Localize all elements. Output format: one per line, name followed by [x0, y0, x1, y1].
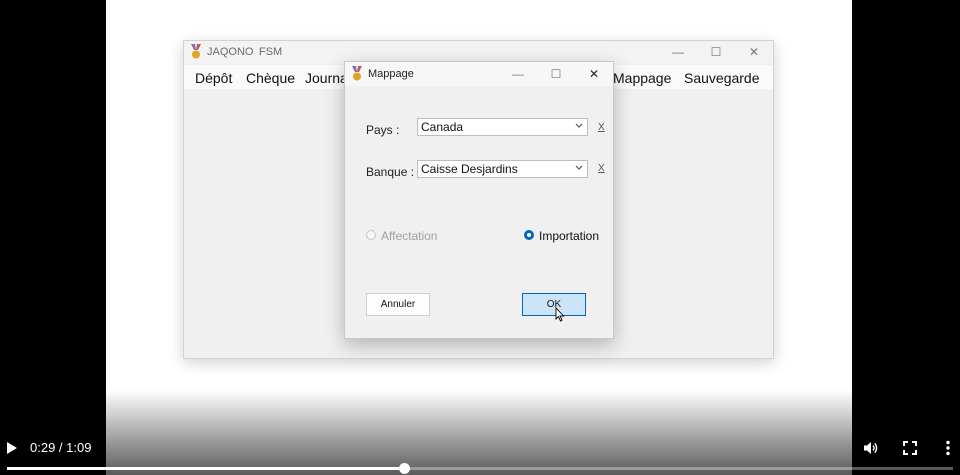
ok-button[interactable]: OK: [522, 293, 586, 316]
radio-affectation-label: Affectation: [381, 229, 438, 243]
play-icon[interactable]: [6, 441, 18, 455]
clear-pays-button[interactable]: X: [598, 122, 605, 133]
cursor-icon: [555, 307, 565, 322]
cancel-button[interactable]: Annuler: [366, 293, 430, 316]
banque-select[interactable]: Caisse Desjardins: [417, 160, 588, 178]
banque-value: Caisse Desjardins: [421, 162, 518, 176]
pays-value: Canada: [421, 120, 464, 134]
maximize-button[interactable]: ☐: [697, 41, 735, 63]
menu-item-depot[interactable]: Dépôt: [195, 70, 232, 86]
progress-thumb[interactable]: [398, 463, 410, 474]
app-title: JAQONO: [207, 46, 254, 58]
dialog-titlebar: Mappage — ☐ ✕: [345, 62, 613, 86]
progress-bar[interactable]: [7, 463, 953, 474]
progress-fill: [7, 467, 405, 470]
volume-icon[interactable]: [863, 440, 879, 456]
chevron-down-icon: [575, 165, 583, 170]
dialog-close-button[interactable]: ✕: [575, 62, 613, 86]
banque-label: Banque :: [366, 165, 415, 179]
menu-item-mappage[interactable]: Mappage: [613, 70, 671, 86]
time-display: 0:29 / 1:09: [30, 440, 92, 455]
clear-banque-button[interactable]: X: [598, 163, 605, 174]
radio-checked-icon: [524, 230, 534, 240]
fullscreen-icon[interactable]: [903, 441, 917, 455]
radio-unchecked-icon: [366, 230, 376, 240]
medal-icon: [191, 44, 201, 59]
pays-select[interactable]: Canada: [417, 118, 588, 136]
controls-overlay: [0, 390, 960, 475]
pays-label: Pays :: [366, 123, 400, 137]
more-vert-icon[interactable]: [944, 440, 952, 456]
app-subtitle: FSM: [259, 46, 283, 58]
menu-item-cheque[interactable]: Chèque: [246, 70, 295, 86]
minimize-button[interactable]: —: [659, 41, 697, 63]
chevron-down-icon: [575, 123, 583, 128]
dialog-minimize-button[interactable]: —: [499, 62, 537, 86]
medal-icon: [352, 66, 362, 81]
dialog-maximize-button[interactable]: ☐: [537, 62, 575, 86]
mappage-dialog: Mappage — ☐ ✕ Pays : Canada X Banque : C…: [344, 61, 614, 339]
close-button[interactable]: ✕: [735, 41, 773, 63]
menu-item-journal[interactable]: Journa: [305, 70, 348, 86]
radio-importation-label: Importation: [539, 229, 600, 243]
dialog-title: Mappage: [368, 68, 414, 80]
menu-item-sauvegarde[interactable]: Sauvegarde: [684, 70, 760, 86]
main-titlebar: JAQONO FSM — ☐ ✕: [184, 41, 773, 63]
